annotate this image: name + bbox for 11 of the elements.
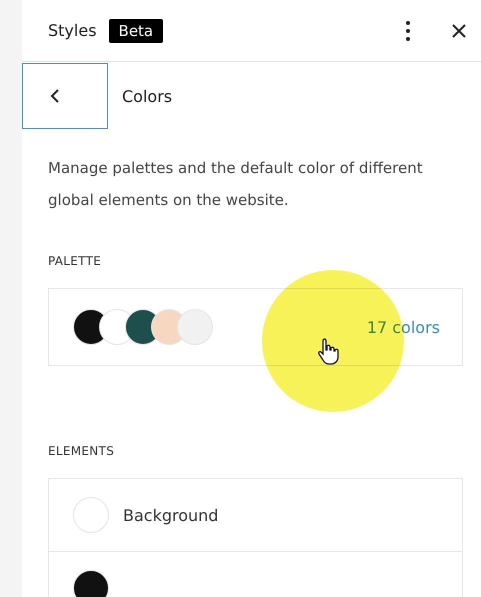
- panel-title: Styles: [48, 21, 97, 40]
- beta-badge: Beta: [108, 18, 164, 42]
- more-options-icon[interactable]: [405, 20, 411, 42]
- section-title: Colors: [122, 86, 172, 106]
- hand-cursor-icon: [318, 337, 340, 365]
- close-icon[interactable]: [451, 22, 467, 38]
- back-button[interactable]: [22, 63, 108, 129]
- palette-heading: PALETTE: [48, 254, 102, 268]
- chevron-left-icon: [50, 88, 60, 104]
- description-text: Manage palettes and the default color of different global elements on the website.: [48, 158, 424, 211]
- elements-heading: ELEMENTS: [48, 444, 116, 458]
